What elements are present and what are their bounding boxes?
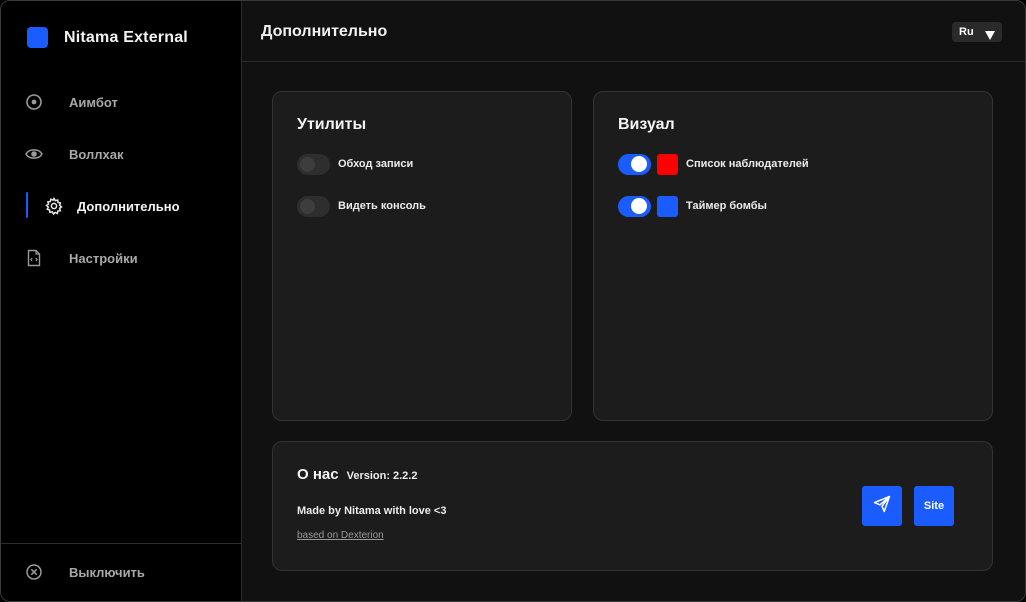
- sidebar-item-additional[interactable]: Дополнительно: [1, 189, 241, 223]
- sidebar-item-label: Настройки: [69, 250, 138, 266]
- toggle-knob: [300, 198, 315, 214]
- version-value: 2.2.2: [393, 470, 418, 482]
- eye-icon: [25, 145, 43, 163]
- visual-card: Визуал Список наблюдателей Таймер бомбы: [593, 91, 993, 421]
- header: Дополнительно Ru: [242, 1, 1025, 62]
- chevron-down-icon: [985, 27, 995, 40]
- toggle-row-show-console: Видеть консоль: [297, 195, 426, 217]
- based-on-link[interactable]: based on Dexterion: [297, 530, 384, 541]
- site-button-label: Site: [923, 500, 945, 512]
- toggle-knob: [631, 198, 647, 214]
- active-indicator: [26, 192, 28, 218]
- app-window: Nitama External Аимбот Воллхак Дополните…: [0, 0, 1026, 602]
- language-select[interactable]: Ru: [952, 22, 1002, 42]
- show-console-label: Видеть консоль: [338, 200, 426, 212]
- spectator-list-label: Список наблюдателей: [686, 158, 809, 170]
- toggle-knob: [300, 156, 315, 172]
- spectator-list-color-swatch[interactable]: [657, 153, 678, 175]
- close-circle-icon: [25, 563, 43, 581]
- code-file-icon: [25, 249, 43, 267]
- made-by-text: Made by Nitama with love <3: [297, 505, 447, 517]
- sidebar-item-wallhack[interactable]: Воллхак: [1, 137, 241, 171]
- paper-plane-icon: [873, 495, 891, 518]
- app-logo: [27, 27, 48, 48]
- sidebar-item-label: Воллхак: [69, 146, 124, 162]
- utilities-card: Утилиты Обход записи Видеть консоль: [272, 91, 572, 421]
- record-bypass-toggle[interactable]: [297, 153, 330, 175]
- visual-title: Визуал: [618, 116, 675, 133]
- bomb-timer-label: Таймер бомбы: [686, 200, 767, 212]
- toggle-row-spectator-list: Список наблюдателей: [618, 153, 809, 175]
- telegram-button[interactable]: [862, 486, 902, 526]
- toggle-row-record-bypass: Обход записи: [297, 153, 413, 175]
- target-icon: [25, 93, 43, 111]
- sidebar-item-settings[interactable]: Настройки: [1, 241, 241, 275]
- version-label: Version:: [346, 470, 390, 482]
- record-bypass-label: Обход записи: [338, 158, 414, 170]
- toggle-row-bomb-timer: Таймер бомбы: [618, 195, 767, 217]
- bomb-timer-toggle[interactable]: [618, 195, 651, 217]
- about-card: О нас Version: 2.2.2 Made by Nitama with…: [272, 441, 993, 571]
- sidebar-item-aimbot[interactable]: Аимбот: [1, 85, 241, 119]
- sidebar-divider: [1, 543, 241, 544]
- toggle-knob: [631, 156, 647, 172]
- brand: Nitama External: [27, 27, 188, 48]
- page-title: Дополнительно: [261, 23, 388, 40]
- about-heading: О нас Version: 2.2.2: [297, 466, 417, 483]
- show-console-toggle[interactable]: [297, 195, 330, 217]
- shutdown-button[interactable]: Выключить: [1, 555, 241, 589]
- site-button[interactable]: Site: [914, 486, 954, 526]
- gear-icon: [45, 197, 63, 216]
- app-name: Nitama External: [64, 28, 188, 46]
- bomb-timer-color-swatch[interactable]: [657, 195, 678, 217]
- sidebar: Nitama External Аимбот Воллхак Дополните…: [1, 1, 242, 601]
- sidebar-item-label: Дополнительно: [77, 198, 180, 214]
- shutdown-label: Выключить: [69, 564, 145, 580]
- spectator-list-toggle[interactable]: [618, 153, 651, 175]
- about-title: О нас: [297, 466, 339, 483]
- language-value: Ru: [959, 26, 974, 38]
- sidebar-item-label: Аимбот: [69, 94, 118, 110]
- utilities-title: Утилиты: [297, 116, 367, 133]
